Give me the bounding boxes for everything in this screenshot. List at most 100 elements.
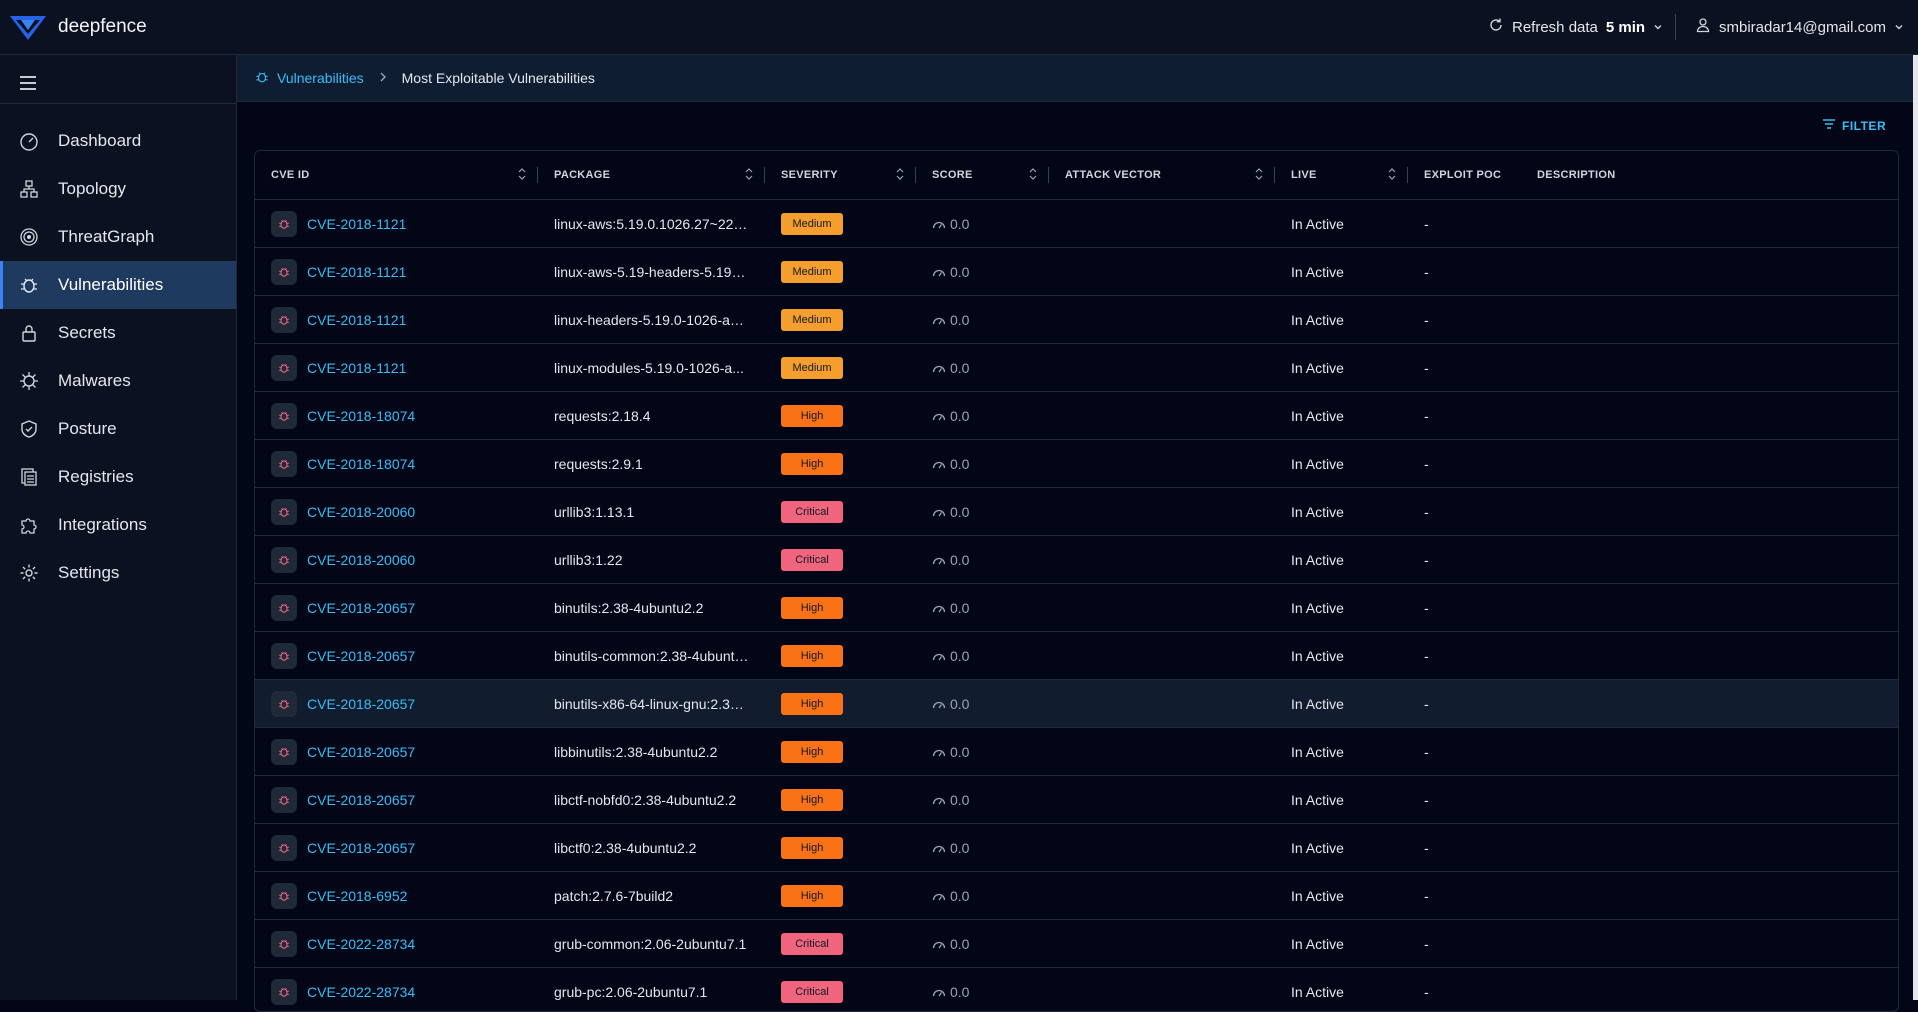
topology-icon: [18, 178, 40, 200]
score-wrapper: 0.0: [932, 264, 1033, 280]
sidebar-item-secrets[interactable]: Secrets: [0, 309, 236, 357]
live-cell: In Active: [1275, 680, 1408, 728]
table-row[interactable]: CVE-2018-6952patch:2.7.6-7build2High0.0I…: [255, 872, 1898, 920]
sidebar-item-posture[interactable]: Posture: [0, 405, 236, 453]
table-row[interactable]: CVE-2018-1121linux-aws-5.19-headers-5.19…: [255, 248, 1898, 296]
table-row[interactable]: CVE-2018-20657libctf0:2.38-4ubuntu2.2Hig…: [255, 824, 1898, 872]
sort-icon[interactable]: [1388, 168, 1396, 180]
cve-id-cell: CVE-2018-20657: [255, 776, 538, 824]
cve-id-link[interactable]: CVE-2018-1121: [307, 312, 406, 328]
attack-vector-cell: [1049, 248, 1275, 296]
sidebar-item-settings[interactable]: Settings: [0, 549, 236, 597]
column-header-severity[interactable]: SEVERITY: [765, 151, 916, 200]
cve-id-link[interactable]: CVE-2018-1121: [307, 264, 406, 280]
cve-id-link[interactable]: CVE-2018-18074: [307, 408, 415, 424]
cve-id-link[interactable]: CVE-2018-1121: [307, 216, 406, 232]
cve-id-link[interactable]: CVE-2018-20657: [307, 696, 415, 712]
cve-id-link[interactable]: CVE-2018-20657: [307, 744, 415, 760]
cve-id-wrapper: CVE-2022-28734: [271, 931, 522, 957]
filter-button[interactable]: FILTER: [1822, 118, 1886, 133]
table-row[interactable]: CVE-2018-20060urllib3:1.13.1Critical0.0I…: [255, 488, 1898, 536]
cve-id-link[interactable]: CVE-2018-1121: [307, 360, 406, 376]
cve-id-cell: CVE-2018-6952: [255, 872, 538, 920]
page-scrollbar[interactable]: [1913, 55, 1918, 1000]
table-row[interactable]: CVE-2018-20657libbinutils:2.38-4ubuntu2.…: [255, 728, 1898, 776]
live-cell: In Active: [1275, 536, 1408, 584]
threatgraph-icon: [18, 226, 40, 248]
menu-icon[interactable]: [18, 73, 38, 93]
package-cell: patch:2.7.6-7build2: [538, 872, 765, 920]
table-row[interactable]: CVE-2018-1121linux-modules-5.19.0-1026-a…: [255, 344, 1898, 392]
live-cell: In Active: [1275, 968, 1408, 1012]
severity-badge: High: [781, 453, 843, 475]
table-row[interactable]: CVE-2022-28734grub-pc:2.06-2ubuntu7.1Cri…: [255, 968, 1898, 1012]
cve-id-cell: CVE-2018-20657: [255, 584, 538, 632]
sidebar-item-dashboard[interactable]: Dashboard: [0, 117, 236, 165]
bug-icon: [271, 307, 297, 333]
gauge-icon: [932, 216, 946, 232]
cve-id-link[interactable]: CVE-2018-20657: [307, 600, 415, 616]
sidebar-item-threatgraph[interactable]: ThreatGraph: [0, 213, 236, 261]
cve-id-link[interactable]: CVE-2022-28734: [307, 984, 415, 1000]
cve-id-link[interactable]: CVE-2018-6952: [307, 888, 407, 904]
table-row[interactable]: CVE-2018-20657binutils:2.38-4ubuntu2.2Hi…: [255, 584, 1898, 632]
bug-icon: [271, 643, 297, 669]
table-row[interactable]: CVE-2018-1121linux-headers-5.19.0-1026-a…: [255, 296, 1898, 344]
exploit-poc-cell: -: [1408, 968, 1521, 1012]
score-wrapper: 0.0: [932, 984, 1033, 1000]
table-row[interactable]: CVE-2018-20060urllib3:1.22Critical0.0In …: [255, 536, 1898, 584]
attack-vector-cell: [1049, 968, 1275, 1012]
sidebar-item-label: Topology: [58, 179, 126, 199]
user-email: smbiradar14@gmail.com: [1719, 19, 1886, 36]
cve-id-link[interactable]: CVE-2018-20657: [307, 792, 415, 808]
deepfence-logo-icon[interactable]: [10, 12, 46, 42]
cve-id-link[interactable]: CVE-2018-18074: [307, 456, 415, 472]
severity-badge: Critical: [781, 501, 843, 523]
table-row[interactable]: CVE-2018-20657binutils-common:2.38-4ubun…: [255, 632, 1898, 680]
user-menu-button[interactable]: smbiradar14@gmail.com: [1695, 17, 1904, 37]
sort-icon[interactable]: [1255, 168, 1263, 180]
gauge-icon: [932, 936, 946, 952]
exploit-poc-cell: -: [1408, 536, 1521, 584]
column-header-label: ATTACK VECTOR: [1065, 169, 1161, 181]
table-row[interactable]: CVE-2018-18074requests:2.9.1High0.0In Ac…: [255, 440, 1898, 488]
sidebar-item-integrations[interactable]: Integrations: [0, 501, 236, 549]
score-cell: 0.0: [916, 344, 1049, 392]
table-row[interactable]: CVE-2018-20657libctf-nobfd0:2.38-4ubuntu…: [255, 776, 1898, 824]
sidebar-item-topology[interactable]: Topology: [0, 165, 236, 213]
cve-id-link[interactable]: CVE-2018-20657: [307, 648, 415, 664]
description-cell: [1521, 632, 1898, 680]
sidebar-item-malwares[interactable]: Malwares: [0, 357, 236, 405]
table-row[interactable]: CVE-2018-1121linux-aws:5.19.0.1026.27~22…: [255, 200, 1898, 248]
table-row[interactable]: CVE-2022-28734grub-common:2.06-2ubuntu7.…: [255, 920, 1898, 968]
sidebar-item-registries[interactable]: Registries: [0, 453, 236, 501]
score-wrapper: 0.0: [932, 456, 1033, 472]
cve-id-link[interactable]: CVE-2018-20657: [307, 840, 415, 856]
sidebar-item-vulnerabilities[interactable]: Vulnerabilities: [0, 261, 236, 309]
table-row[interactable]: CVE-2018-20657binutils-x86-64-linux-gnu:…: [255, 680, 1898, 728]
cve-id-link[interactable]: CVE-2018-20060: [307, 504, 415, 520]
refresh-icon: [1488, 17, 1504, 37]
sort-icon[interactable]: [896, 168, 904, 180]
sort-icon[interactable]: [1029, 168, 1037, 180]
column-header-live[interactable]: LIVE: [1275, 151, 1408, 200]
column-header-score[interactable]: SCORE: [916, 151, 1049, 200]
refresh-label: Refresh data: [1512, 19, 1598, 36]
column-header-attack-vector[interactable]: ATTACK VECTOR: [1049, 151, 1275, 200]
refresh-data-button[interactable]: Refresh data 5 min: [1488, 17, 1663, 37]
breadcrumb-link-vulnerabilities[interactable]: Vulnerabilities: [255, 70, 364, 87]
severity-cell: High: [765, 680, 916, 728]
cve-id-link[interactable]: CVE-2022-28734: [307, 936, 415, 952]
bug-icon: [271, 211, 297, 237]
chevron-down-icon: [1894, 19, 1904, 36]
sort-icon[interactable]: [745, 168, 753, 180]
column-header-package[interactable]: PACKAGE: [538, 151, 765, 200]
sort-icon[interactable]: [518, 168, 526, 180]
table-row[interactable]: CVE-2018-18074requests:2.18.4High0.0In A…: [255, 392, 1898, 440]
cve-id-link[interactable]: CVE-2018-20060: [307, 552, 415, 568]
column-header-cve-id[interactable]: CVE ID: [255, 151, 538, 200]
score-wrapper: 0.0: [932, 360, 1033, 376]
severity-badge: Critical: [781, 549, 843, 571]
description-cell: [1521, 584, 1898, 632]
cve-id-cell: CVE-2022-28734: [255, 920, 538, 968]
